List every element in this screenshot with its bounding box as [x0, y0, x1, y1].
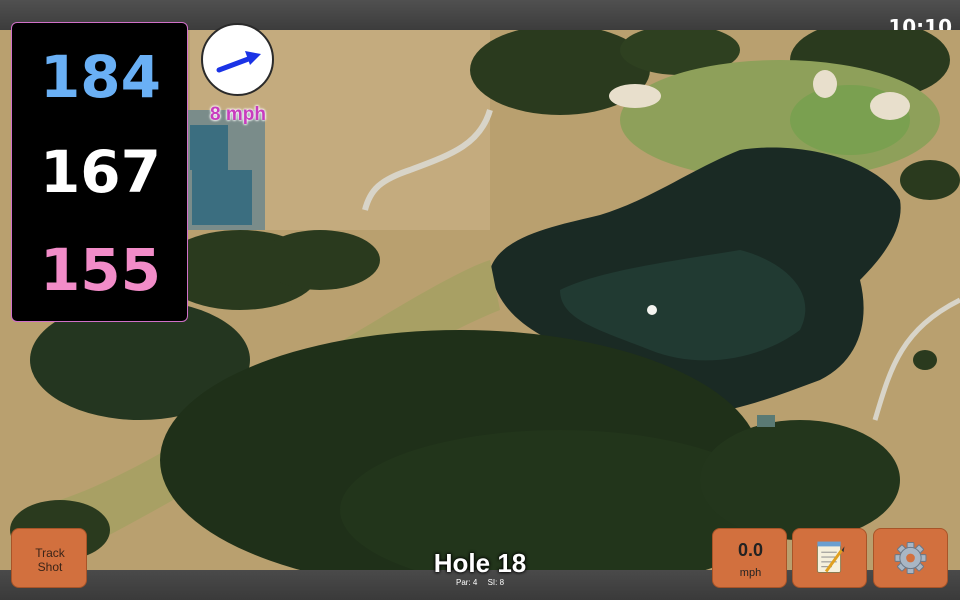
middle-yardage: 167 — [39, 138, 162, 206]
settings-button[interactable] — [873, 528, 948, 588]
wind-indicator — [201, 23, 274, 96]
wind-speed: 8 mph — [210, 104, 266, 125]
hole-info: Par: 4 SI: 8 — [380, 578, 580, 587]
speed-unit: mph — [739, 567, 762, 579]
wind-direction-arrow-icon — [216, 51, 261, 73]
hole-stroke-index: SI: 8 — [487, 578, 505, 587]
back-yardage: 184 — [39, 43, 162, 111]
notepad-icon — [816, 541, 845, 573]
gear-icon — [894, 542, 927, 574]
track-shot-button[interactable]: Track Shot — [11, 528, 87, 588]
hole-par: Par: 4 — [455, 578, 478, 587]
speed-value: 0.0 — [737, 540, 764, 560]
front-yardage: 155 — [39, 236, 162, 304]
track-shot-label-line2: Shot — [37, 560, 63, 574]
track-shot-label-line1: Track — [35, 546, 65, 560]
hole-title: Hole 18 — [433, 548, 527, 578]
scorecard-button[interactable] — [792, 528, 867, 588]
speed-button[interactable]: 0.0 mph — [712, 528, 787, 588]
yardage-panel: 184 167 155 — [11, 22, 188, 322]
